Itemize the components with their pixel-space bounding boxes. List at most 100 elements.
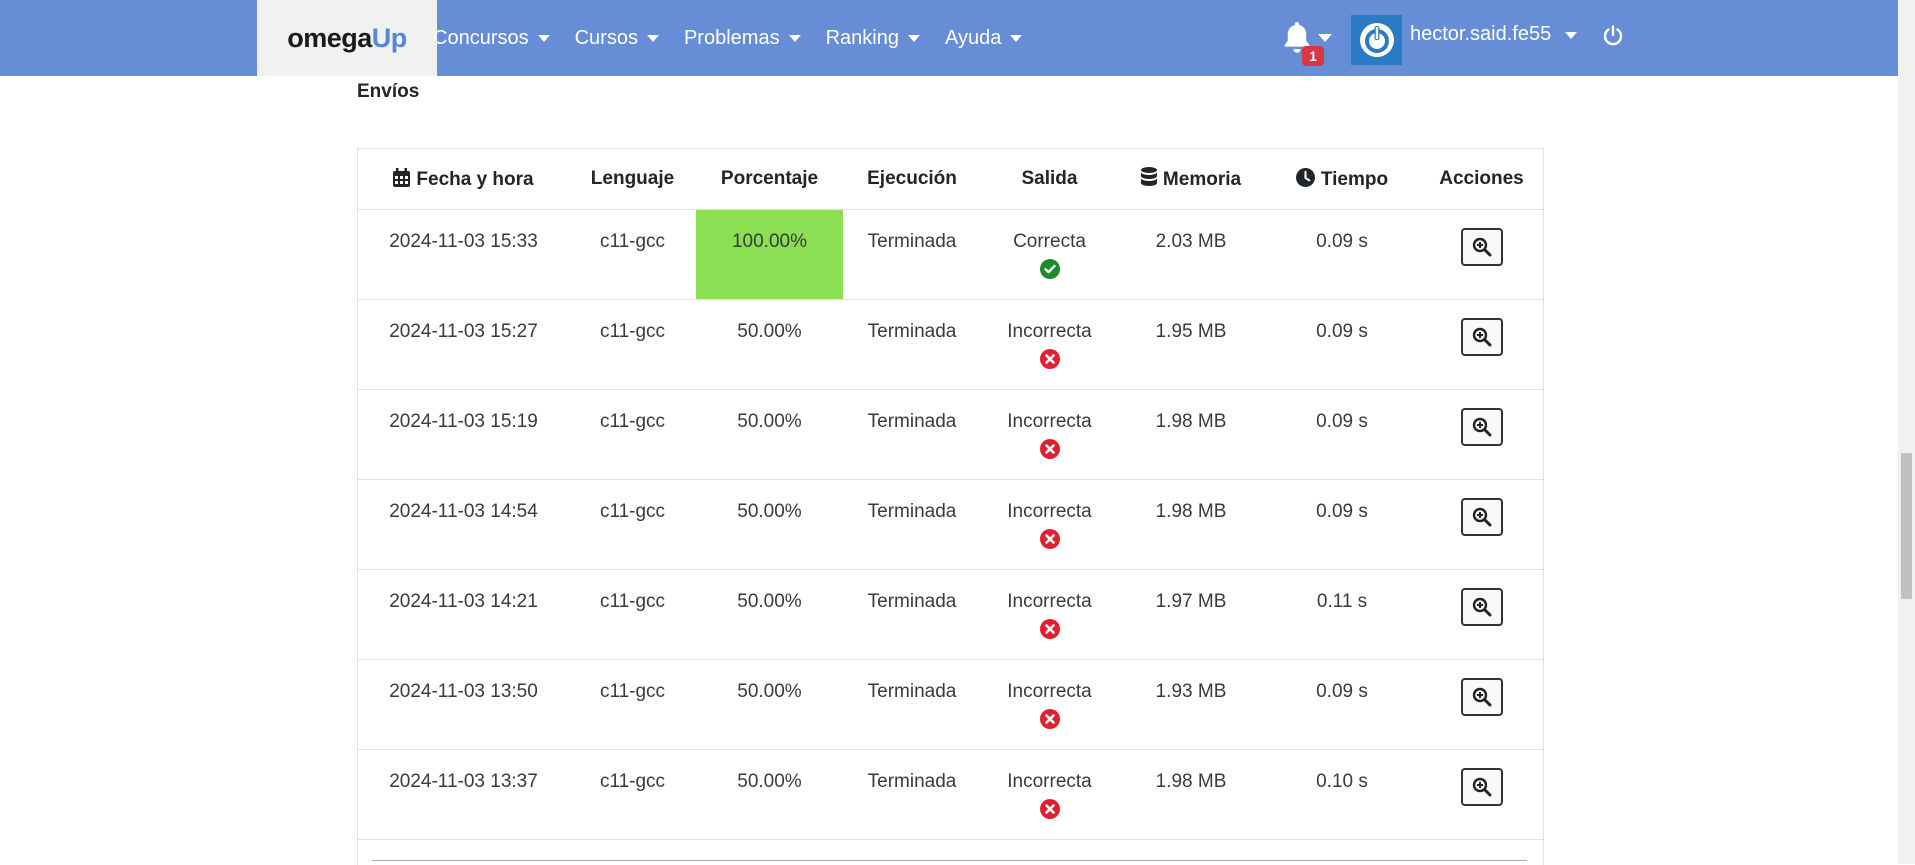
notifications-button[interactable]: 1: [1282, 20, 1332, 66]
menu-problemas[interactable]: Problemas: [684, 27, 801, 50]
cell-memory: 1.97 MB: [1118, 569, 1264, 660]
cell-time: 0.11 s: [1264, 569, 1420, 660]
col-output: Salida: [981, 149, 1118, 210]
menu-concursos[interactable]: Concursos: [433, 27, 550, 50]
cell-actions: [1420, 389, 1543, 480]
check-circle-icon: [1039, 259, 1060, 279]
menu-ranking[interactable]: Ranking: [826, 27, 920, 50]
chevron-down-icon: [788, 34, 801, 42]
cell-memory: 1.98 MB: [1118, 479, 1264, 570]
cell-memory: 1.95 MB: [1118, 299, 1264, 390]
menu-cursos[interactable]: Cursos: [575, 27, 659, 50]
cell-output: Incorrecta: [981, 389, 1118, 480]
cell-time: 0.10 s: [1264, 749, 1420, 840]
main-menu: Concursos Cursos Problemas Ranking Ayuda: [418, 0, 1032, 76]
cell-datetime: 2024-11-03 13:50: [358, 659, 569, 750]
cell-memory: 1.98 MB: [1118, 749, 1264, 840]
col-percentage: Porcentaje: [696, 149, 843, 210]
cell-language: c11-gcc: [569, 389, 696, 480]
cell-datetime: 2024-11-03 15:27: [358, 299, 569, 390]
cell-percentage: 50.00%: [696, 659, 843, 750]
cell-memory: 1.93 MB: [1118, 659, 1264, 750]
view-details-button[interactable]: [1460, 768, 1503, 806]
omegaup-logo[interactable]: omega Up: [257, 0, 437, 76]
cell-time: 0.09 s: [1264, 479, 1420, 570]
chevron-down-icon: [907, 34, 920, 42]
notification-badge: 1: [1302, 46, 1324, 66]
view-details-button[interactable]: [1460, 408, 1503, 446]
cell-actions: [1420, 299, 1543, 390]
zoom-in-icon: [1472, 327, 1491, 347]
calendar-icon: [393, 167, 411, 187]
logout-button[interactable]: [1601, 24, 1625, 48]
x-circle-icon: [1039, 619, 1060, 639]
cell-percentage: 50.00%: [696, 389, 843, 480]
cell-language: c11-gcc: [569, 659, 696, 750]
cell-execution: Terminada: [843, 569, 981, 660]
cell-language: c11-gcc: [569, 479, 696, 570]
x-circle-icon: [1039, 349, 1060, 369]
clock-icon: [1295, 167, 1315, 187]
cell-time: 0.09 s: [1264, 389, 1420, 480]
top-navbar: omega Up Concursos Cursos Problemas Ranki…: [0, 0, 1898, 76]
table-row: 2024-11-03 14:21 c11-gcc 50.00% Terminada In…: [358, 569, 1543, 660]
view-details-button[interactable]: [1460, 588, 1503, 626]
page-scrollbar[interactable]: [1898, 0, 1915, 864]
cell-percentage: 100.00%: [696, 209, 843, 300]
table-row: 2024-11-03 15:27 c11-gcc 50.00% Terminada In…: [358, 299, 1543, 390]
zoom-in-icon: [1472, 237, 1491, 257]
scrollbar-thumb[interactable]: [1901, 453, 1912, 599]
view-details-button[interactable]: [1460, 498, 1503, 536]
user-menu[interactable]: hector.said.fe55: [1351, 15, 1578, 65]
cell-datetime: 2024-11-03 14:54: [358, 479, 569, 570]
col-memory: Memoria: [1118, 149, 1264, 210]
cell-actions: [1420, 209, 1543, 300]
user-avatar-icon: [1359, 23, 1394, 57]
avatar: [1351, 15, 1402, 65]
zoom-in-icon: [1472, 687, 1491, 707]
cell-datetime: 2024-11-03 14:21: [358, 569, 569, 660]
view-details-button[interactable]: [1460, 228, 1503, 266]
col-execution: Ejecución: [843, 149, 981, 210]
power-icon: [1603, 25, 1623, 46]
cell-actions: [1420, 569, 1543, 660]
col-datetime: Fecha y hora: [358, 149, 569, 210]
cell-language: c11-gcc: [569, 749, 696, 840]
chevron-down-icon: [537, 34, 550, 42]
view-details-button[interactable]: [1460, 318, 1503, 356]
cell-execution: Terminada: [843, 749, 981, 840]
table-row: 2024-11-03 13:37 c11-gcc 50.00% Terminada In…: [358, 749, 1543, 840]
cell-execution: Terminada: [843, 479, 981, 570]
x-circle-icon: [1039, 709, 1060, 729]
cell-time: 0.09 s: [1264, 299, 1420, 390]
cell-datetime: 2024-11-03 15:33: [358, 209, 569, 300]
cell-actions: [1420, 479, 1543, 570]
chevron-down-icon: [1010, 34, 1023, 42]
zoom-in-icon: [1472, 417, 1491, 437]
table-row: 2024-11-03 14:54 c11-gcc 50.00% Terminada In…: [358, 479, 1543, 570]
cell-output: Incorrecta: [981, 749, 1118, 840]
cell-output: Incorrecta: [981, 479, 1118, 570]
cell-percentage: 50.00%: [696, 299, 843, 390]
cell-language: c11-gcc: [569, 299, 696, 390]
cell-datetime: 2024-11-03 15:19: [358, 389, 569, 480]
cell-time: 0.09 s: [1264, 659, 1420, 750]
cell-language: c11-gcc: [569, 209, 696, 300]
zoom-in-icon: [1472, 597, 1491, 617]
x-circle-icon: [1039, 799, 1060, 819]
zoom-in-icon: [1472, 507, 1491, 527]
view-details-button[interactable]: [1460, 678, 1503, 716]
menu-ayuda[interactable]: Ayuda: [945, 27, 1023, 50]
cell-actions: [1420, 659, 1543, 750]
cell-output: Incorrecta: [981, 659, 1118, 750]
cell-output: Incorrecta: [981, 569, 1118, 660]
cell-datetime: 2024-11-03 13:37: [358, 749, 569, 840]
chevron-down-icon: [1565, 31, 1578, 39]
divider: [372, 860, 1527, 861]
zoom-in-icon: [1472, 777, 1491, 797]
submissions-table: Fecha y hora Lenguaje Porcentaje Ejecuci…: [357, 148, 1544, 865]
cell-language: c11-gcc: [569, 569, 696, 660]
table-row: 2024-11-03 15:19 c11-gcc 50.00% Terminada In…: [358, 389, 1543, 480]
table-header-row: Fecha y hora Lenguaje Porcentaje Ejecuci…: [358, 149, 1543, 210]
x-circle-icon: [1039, 529, 1060, 549]
